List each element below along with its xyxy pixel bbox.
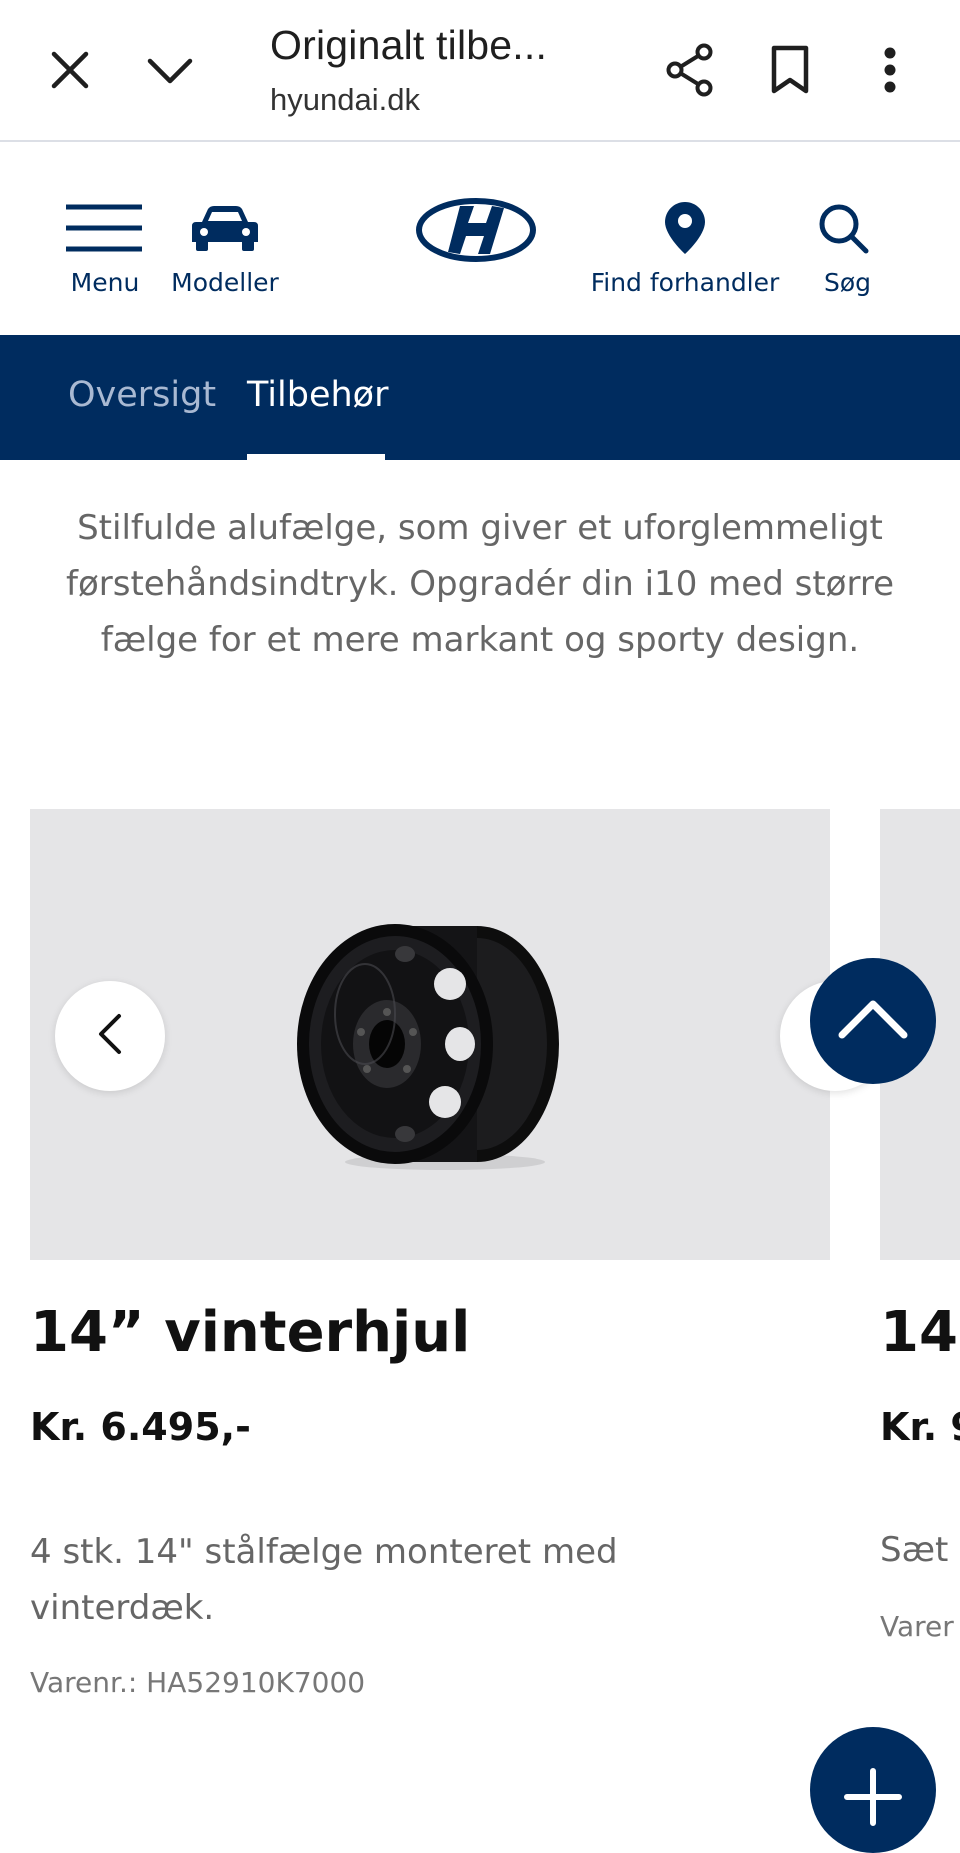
chevron-down-icon[interactable] — [140, 40, 200, 100]
active-tab-indicator — [247, 454, 385, 460]
share-icon[interactable] — [660, 40, 720, 100]
next-product-sku: Varer — [880, 1610, 954, 1643]
page-url[interactable]: hyundai.dk — [270, 82, 420, 118]
add-button[interactable] — [810, 1727, 936, 1853]
more-vert-icon[interactable] — [860, 40, 920, 100]
search-button[interactable]: Søg — [805, 142, 890, 335]
product-title[interactable]: 14” vinterhjul — [30, 1300, 470, 1365]
scroll-to-top-button[interactable] — [810, 958, 936, 1084]
menu-button[interactable]: Menu — [60, 142, 150, 335]
next-product-description: Sæt — [880, 1530, 949, 1570]
hyundai-logo[interactable] — [416, 198, 536, 262]
close-icon[interactable] — [40, 40, 100, 100]
next-product-price: Kr. 9 — [880, 1405, 960, 1449]
steel-wheel-image — [295, 904, 575, 1174]
search-icon — [818, 203, 870, 259]
plus-icon — [843, 1767, 903, 1831]
find-dealer-button[interactable]: Find forhandler — [585, 142, 785, 335]
next-product-title[interactable]: 14' — [880, 1300, 960, 1365]
site-header: Menu Modeller Find forhandler Søg — [0, 142, 960, 335]
models-button[interactable]: Modeller — [165, 142, 285, 335]
tab-tilbehor[interactable]: Tilbehør — [247, 375, 389, 415]
page-title[interactable]: Originalt tilbe... — [270, 22, 547, 69]
sub-navigation: Oversigt Tilbehør — [0, 335, 960, 460]
chevron-left-icon — [97, 1013, 123, 1059]
product-description: 4 stk. 14" stålfælge monteret med vinter… — [30, 1532, 618, 1628]
find-dealer-label: Find forhandler — [590, 268, 780, 297]
search-label: Søg — [823, 268, 872, 297]
carousel-prev-button[interactable] — [55, 981, 165, 1091]
car-icon — [190, 204, 260, 256]
menu-label: Menu — [70, 268, 140, 297]
product-price: Kr. 6.495,- — [30, 1405, 251, 1449]
location-pin-icon — [665, 202, 705, 258]
intro-text: Stilfulde alufælge, som giver et uforgle… — [66, 508, 894, 660]
models-label: Modeller — [171, 268, 279, 297]
tab-oversigt[interactable]: Oversigt — [68, 375, 216, 415]
product-sku: Varenr.: HA52910K7000 — [30, 1666, 366, 1699]
browser-toolbar: Originalt tilbe... hyundai.dk — [0, 0, 960, 142]
chevron-up-icon — [838, 999, 908, 1043]
hamburger-icon — [66, 204, 142, 256]
bookmark-icon[interactable] — [760, 40, 820, 100]
